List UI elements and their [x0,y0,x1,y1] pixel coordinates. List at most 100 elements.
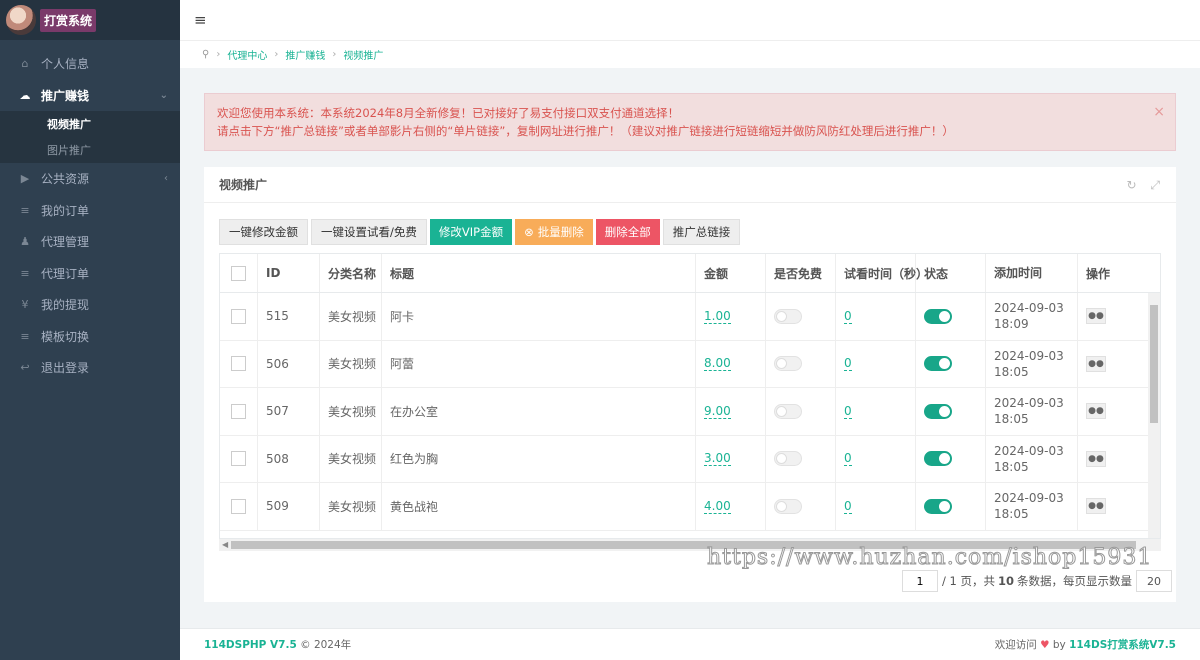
edit-vip-button[interactable]: 修改VIP金额 [429,219,513,245]
page-input[interactable] [902,570,938,592]
panel-tools: ↻ ⤢ [1117,178,1161,193]
sidebar-item-promote[interactable]: ☁ 推广赚钱 ⌄ [0,80,180,112]
free-toggle[interactable] [774,403,802,419]
header-id[interactable]: ID [258,254,320,292]
pager-unit-text: 条数据，每页显示数量 [1017,574,1133,588]
cell-status [916,340,986,387]
refresh-icon[interactable]: ↻ [1127,178,1137,192]
row-checkbox[interactable] [231,356,246,372]
cell-status [916,483,986,530]
wechat-link-icon[interactable]: ●● [1086,403,1106,420]
footer-brand: 114DSPHP V7.5 [204,639,297,651]
page-size-input[interactable]: 20 [1136,570,1173,592]
sidebar-item-logout[interactable]: ↩ 退出登录 [0,352,180,384]
header-amount[interactable]: 金额 [696,254,766,292]
amount-editable[interactable]: 9.00 [704,404,731,419]
free-toggle[interactable] [774,498,802,514]
list-icon: ≡ [20,203,30,217]
breadcrumb-item[interactable]: 代理中心 [227,47,267,62]
chevron-right-icon: › [274,49,279,60]
amount-editable[interactable]: 8.00 [704,356,731,372]
free-toggle[interactable] [774,451,802,467]
cell-actions: ●● [1078,483,1140,530]
scroll-thumb[interactable] [1150,305,1158,423]
set-trial-button[interactable]: 一键设置试看/免费 [311,219,427,245]
amount-editable[interactable]: 3.00 [704,451,731,467]
sidebar-item-agent-manage[interactable]: ♟ 代理管理 [0,226,180,258]
sidebar-item-template[interactable]: ≡ 模板切换 [0,321,180,353]
free-toggle[interactable] [774,356,802,372]
row-checkbox[interactable] [231,498,246,514]
sidebar-subitem-video[interactable]: 视频推广 [0,111,180,137]
status-toggle[interactable] [924,451,952,467]
header-trial: 试看时间（秒） [836,254,928,292]
trial-editable[interactable]: 0 [844,309,852,324]
cell-id: 506 [258,340,320,387]
cell-amount: 8.00 [696,340,766,387]
menu-toggle-icon[interactable]: ≡ [194,11,207,29]
free-toggle[interactable] [774,308,802,324]
breadcrumb-item[interactable]: 视频推广 [343,47,383,62]
header-time[interactable]: 添加时间 [986,254,1078,292]
alert-line-1: 欢迎您使用本系统：本系统2024年8月全新修复！已对接好了易支付接口双支付通道选… [217,106,680,120]
sidebar-item-label: 代理订单 [41,266,90,281]
wechat-link-icon[interactable]: ●● [1086,355,1106,372]
edit-amount-button[interactable]: 一键修改金额 [219,219,308,245]
status-toggle[interactable] [924,308,952,324]
logo-text: 打赏系统 [40,8,97,32]
delete-all-button[interactable]: 删除全部 [595,219,660,245]
breadcrumb-item[interactable]: 推广赚钱 [285,47,325,62]
fullscreen-icon[interactable]: ⤢ [1150,178,1160,192]
sidebar-item-public-resources[interactable]: ▶ 公共资源 ‹ [0,163,180,195]
toolbar: 一键修改金额 一键设置试看/免费 修改VIP金额 ⊗ 批量删除 删除全部 推广总链… [219,219,743,245]
close-icon[interactable]: × [1153,103,1165,121]
row-select-cell [220,435,258,482]
toggle-knob [776,453,787,465]
sidebar-item-profile[interactable]: ⌂ 个人信息 [0,48,180,80]
cell-trial: 0 [836,293,916,340]
scroll-left-icon[interactable]: ◀ [222,540,228,549]
table-row: 506 美女视频 阿蕾 8.00 0 2024-09-03 18:05 ●● [220,340,1160,388]
trial-editable[interactable]: 0 [844,404,852,419]
sidebar-item-agent-orders[interactable]: ≡ 代理订单 [0,258,180,290]
trial-editable[interactable]: 0 [844,356,852,372]
cell-time: 2024-09-03 18:09 [986,293,1078,340]
status-toggle[interactable] [924,403,952,419]
status-toggle[interactable] [924,356,952,372]
row-checkbox[interactable] [231,308,246,324]
cell-category: 美女视频 [320,293,382,340]
master-link-button[interactable]: 推广总链接 [662,219,741,245]
list-icon: ≡ [20,266,30,280]
cell-actions: ●● [1078,293,1140,340]
wechat-link-icon[interactable]: ●● [1086,498,1106,515]
toggle-knob [776,500,787,512]
wechat-link-icon[interactable]: ●● [1086,450,1106,467]
trial-editable[interactable]: 0 [844,499,852,514]
cell-time: 2024-09-03 18:05 [986,483,1078,530]
sidebar-item-my-orders[interactable]: ≡ 我的订单 [0,195,180,227]
wechat-link-icon[interactable]: ●● [1086,308,1106,325]
cell-id: 515 [258,293,320,340]
cell-id: 509 [258,483,320,530]
amount-editable[interactable]: 4.00 [704,499,731,514]
cell-id: 508 [258,435,320,482]
row-checkbox[interactable] [231,451,246,467]
logout-icon: ↩ [20,361,30,375]
toggle-knob [939,358,950,370]
amount-editable[interactable]: 1.00 [704,309,731,324]
sidebar-subitem-image[interactable]: 图片推广 [0,137,180,163]
status-toggle[interactable] [924,498,952,514]
footer-product-link[interactable]: 114DS打赏系统V7.5 [1069,639,1176,651]
sidebar-item-label: 代理管理 [41,235,90,250]
batch-delete-button[interactable]: ⊗ 批量删除 [515,219,593,245]
row-checkbox[interactable] [231,403,246,419]
yen-icon: ¥ [21,298,29,312]
sidebar-submenu: 视频推广 图片推广 [0,111,180,163]
row-select-cell [220,388,258,435]
trial-editable[interactable]: 0 [844,451,852,467]
sidebar-item-withdraw[interactable]: ¥ 我的提现 [0,289,180,321]
select-all-checkbox[interactable] [231,265,246,281]
vertical-scrollbar[interactable] [1148,293,1160,538]
sidebar-item-label: 退出登录 [41,361,90,376]
cell-trial: 0 [836,483,916,530]
